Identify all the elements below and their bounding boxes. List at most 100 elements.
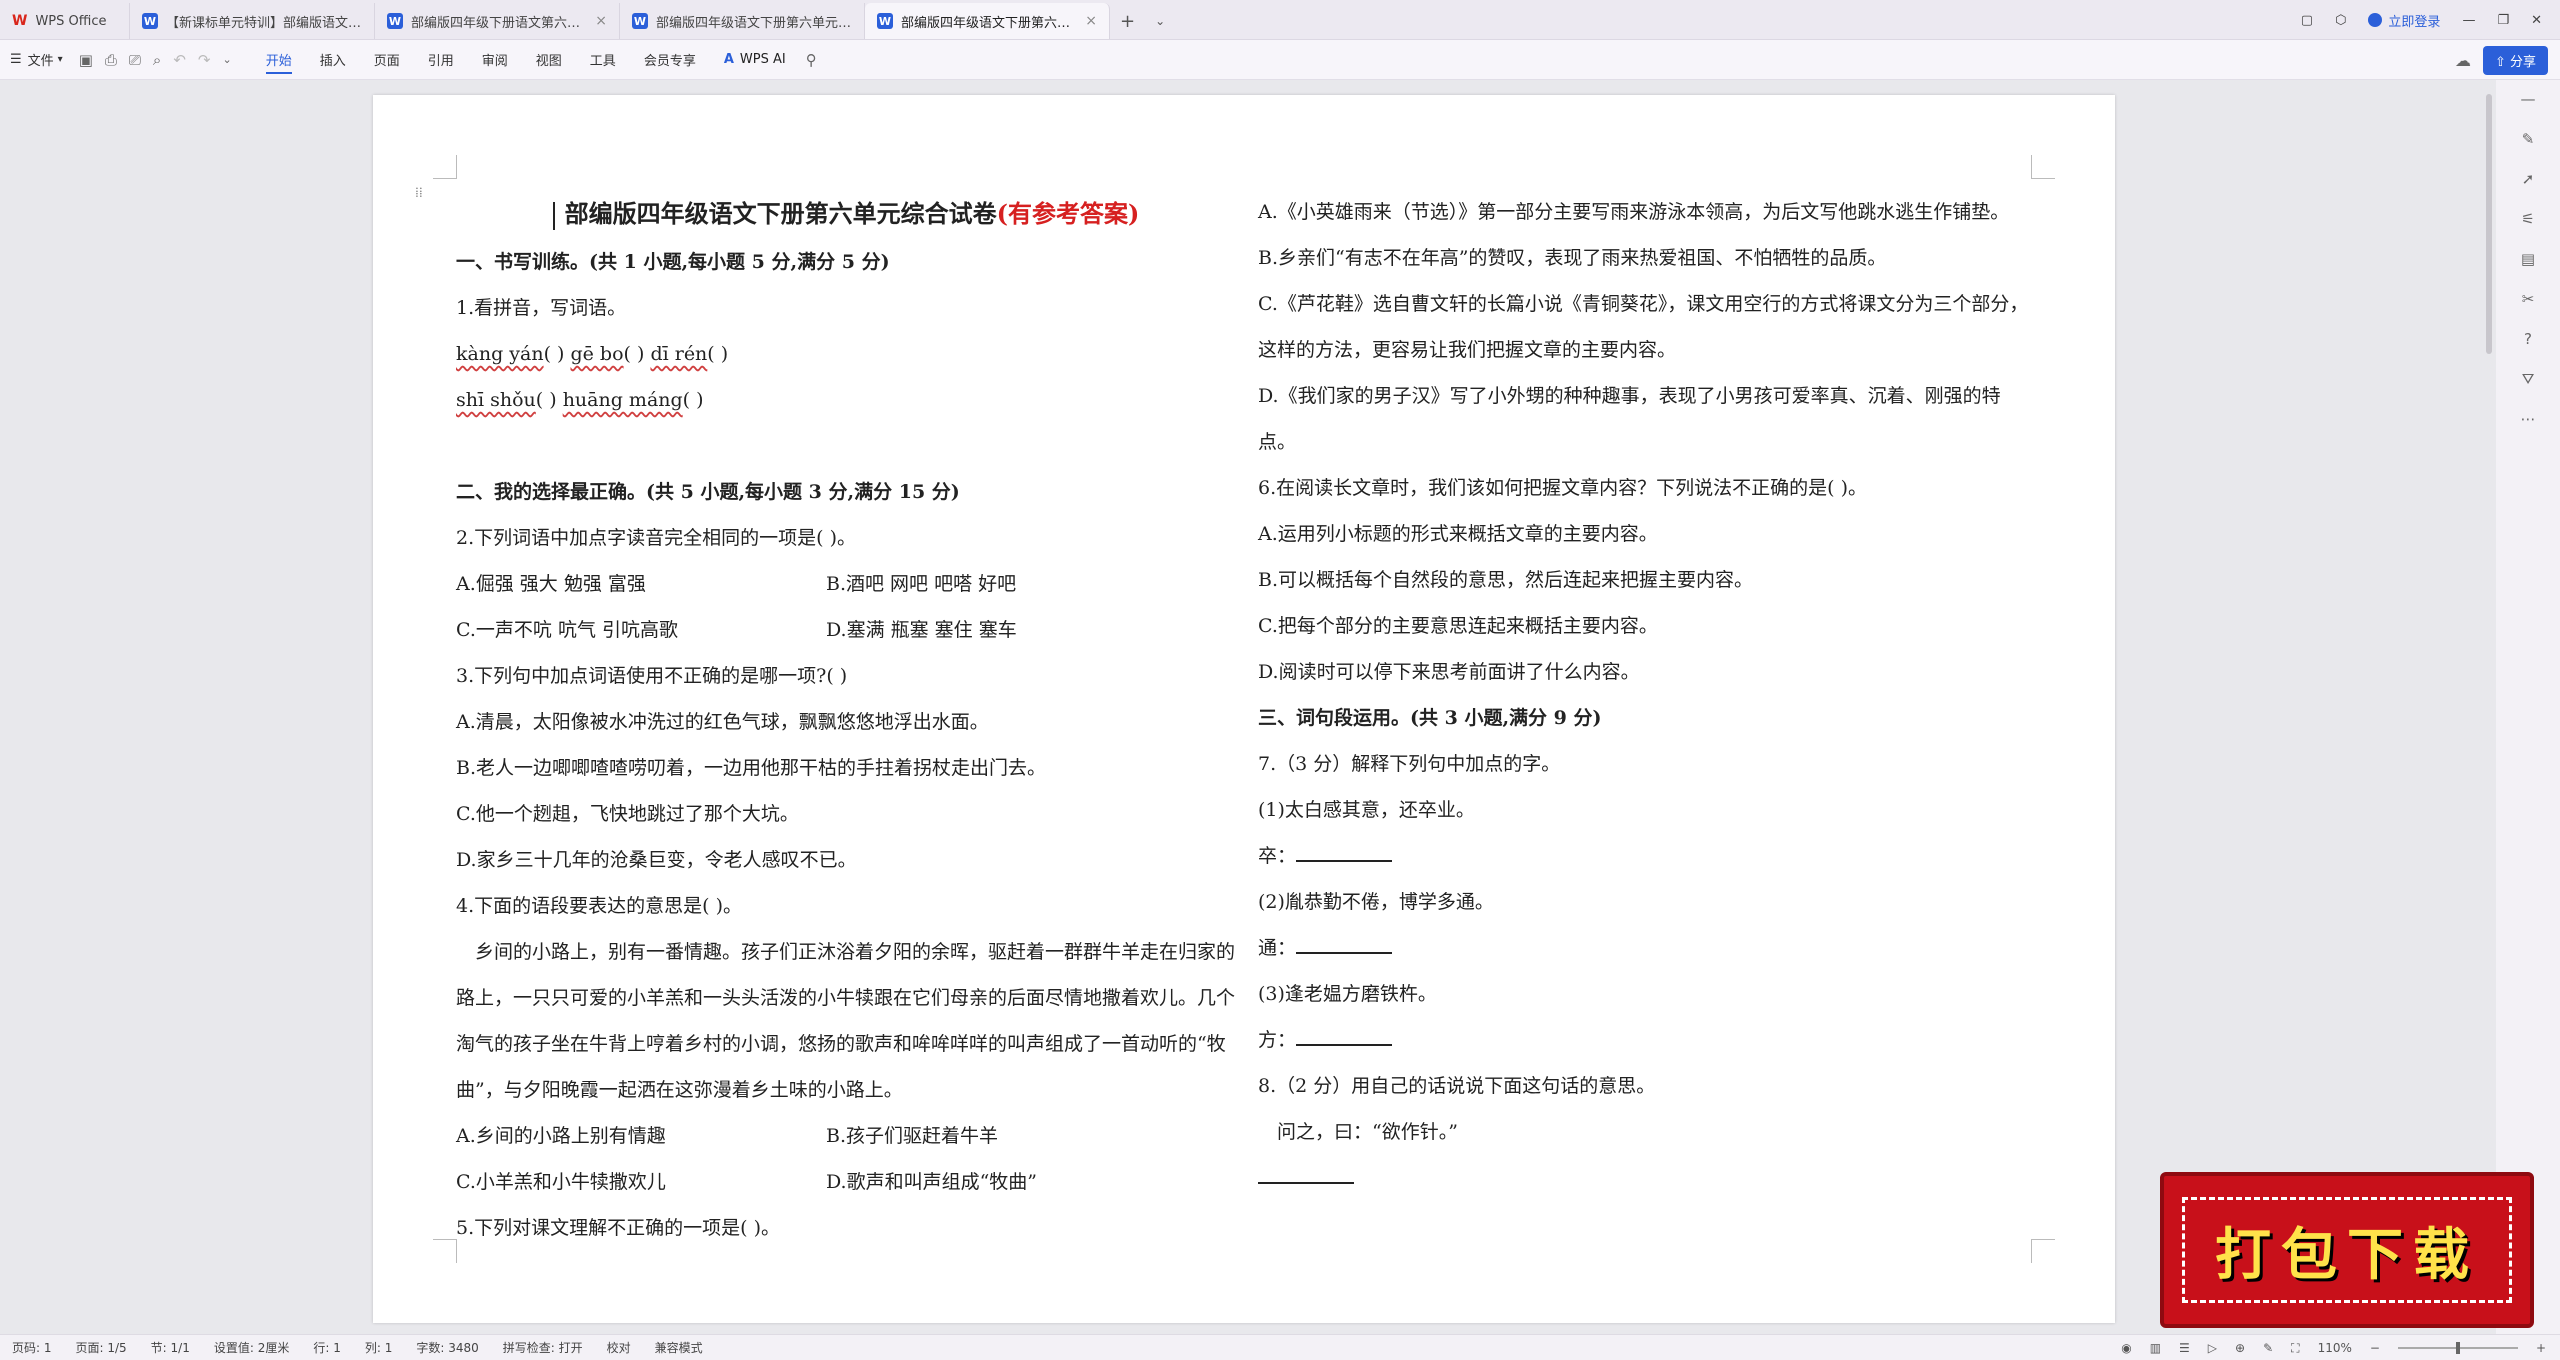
- status-col[interactable]: 列: 1: [353, 1339, 405, 1356]
- zoom-level[interactable]: 110%: [2318, 1341, 2352, 1355]
- tab-view[interactable]: 视图: [522, 40, 576, 80]
- tab-label: 部编版四年级语文下册第六单元复习: [656, 15, 852, 31]
- fit-page-icon[interactable]: ⛶: [2291, 1341, 2299, 1356]
- tab-page[interactable]: 页面: [360, 40, 414, 80]
- tab-references[interactable]: 引用: [414, 40, 468, 80]
- answer-blank[interactable]: [1296, 840, 1393, 862]
- cloud-sync-icon[interactable]: ☁: [2455, 51, 2471, 70]
- title-answer-note: (有参考答案): [996, 199, 1140, 228]
- close-window-button[interactable]: ✕: [2531, 13, 2542, 28]
- document-canvas[interactable]: ⁞⁞ 部编版四年级语文下册第六单元综合试卷(有参考答案) 一、书写训练。(共 1…: [0, 80, 2496, 1334]
- outline-view-icon[interactable]: ☰: [2179, 1341, 2190, 1355]
- status-word-count[interactable]: 字数: 3480: [404, 1339, 490, 1356]
- question-1: 1.看拼音，写词语。: [456, 297, 627, 319]
- zoom-in-icon[interactable]: +: [2536, 1341, 2546, 1355]
- option-a: A.运用列小标题的形式来概括文章的主要内容。: [1258, 523, 1658, 545]
- status-row[interactable]: 行: 1: [301, 1339, 353, 1356]
- pen-icon[interactable]: ✎: [2522, 130, 2535, 148]
- tools-icon[interactable]: ✂: [2522, 290, 2535, 308]
- option-a: A.清晨，太阳像被水冲洗过的红色气球，飘飘悠悠地浮出水面。: [456, 711, 989, 733]
- file-menu-button[interactable]: ☰ 文件 ▾: [0, 50, 73, 69]
- collapse-icon[interactable]: —: [2521, 90, 2536, 108]
- question-8-quote: 问之，曰：“欲作针。”: [1277, 1121, 1458, 1143]
- wps-logo-icon: W: [12, 13, 28, 29]
- minimize-button[interactable]: —: [2462, 13, 2475, 28]
- table-move-handle-icon[interactable]: ⁞⁞: [415, 185, 423, 202]
- file-menu-label: 文件: [27, 54, 54, 69]
- page-view-icon[interactable]: ▥: [2150, 1341, 2161, 1355]
- document-page[interactable]: ⁞⁞ 部编版四年级语文下册第六单元综合试卷(有参考答案) 一、书写训练。(共 1…: [373, 95, 2115, 1323]
- status-page-number[interactable]: 页码: 1: [0, 1339, 64, 1356]
- wps-ai-icon: A: [723, 52, 734, 67]
- share-button[interactable]: ⇧ 分享: [2482, 46, 2548, 75]
- share-panel-icon[interactable]: ⛛: [2522, 370, 2535, 388]
- download-badge[interactable]: 打包下载: [2160, 1172, 2534, 1328]
- question-4: 4.下面的语段要表达的意思是( )。: [456, 895, 742, 917]
- tab-document-2[interactable]: W 部编版四年级下册语文第六单元测试卷 ×: [375, 3, 620, 39]
- search-icon[interactable]: ⚲: [800, 51, 823, 69]
- play-icon[interactable]: ▷: [2208, 1341, 2217, 1355]
- print-icon[interactable]: ⎚: [123, 51, 147, 69]
- tab-list-chevron-icon[interactable]: ⌄: [1145, 3, 1175, 39]
- layout-icon[interactable]: ▤: [2521, 250, 2535, 268]
- login-button[interactable]: 立即登录: [2368, 11, 2440, 30]
- restore-button[interactable]: ❐: [2497, 13, 2509, 28]
- status-section[interactable]: 节: 1/1: [139, 1339, 202, 1356]
- status-setting[interactable]: 设置值: 2厘米: [202, 1339, 302, 1356]
- option-c: C.把每个部分的主要意思连起来概括主要内容。: [1258, 615, 1658, 637]
- select-cursor-icon[interactable]: ➚: [2522, 170, 2535, 188]
- answer-blank[interactable]: [1258, 1162, 1354, 1184]
- scrollbar-thumb[interactable]: [2486, 94, 2492, 354]
- zoom-out-icon[interactable]: −: [2370, 1341, 2380, 1355]
- zoom-slider[interactable]: [2397, 1342, 2518, 1354]
- question-2-options-ab: A.倔强 强大 勉强 富强 B.酒吧 网吧 吧嗒 好吧: [456, 561, 1236, 607]
- status-spell-check[interactable]: 拼写检查: 打开: [491, 1339, 595, 1356]
- save-icon[interactable]: ▣: [73, 51, 99, 69]
- margin-corner-mark: [433, 1239, 457, 1263]
- tab-insert-label: 插入: [319, 54, 346, 69]
- pinyin-word: gē bo: [570, 343, 624, 365]
- answer-blank[interactable]: [1296, 932, 1393, 954]
- more-chevron-icon[interactable]: ⌄: [216, 53, 237, 66]
- writer-doc-icon: W: [877, 13, 893, 29]
- section-heading-2: 二、我的选择最正确。(共 5 小题,每小题 3 分,满分 15 分): [456, 481, 960, 503]
- undo-icon[interactable]: ↶: [167, 51, 192, 69]
- close-icon[interactable]: ×: [595, 13, 607, 29]
- eye-icon[interactable]: ◉: [2121, 1341, 2131, 1355]
- export-pdf-icon[interactable]: ⎙: [99, 51, 123, 69]
- writer-doc-icon: W: [142, 13, 158, 29]
- wps-ai-button[interactable]: A WPS AI: [710, 52, 800, 67]
- tab-document-3[interactable]: W 部编版四年级语文下册第六单元复习: [620, 3, 865, 39]
- tab-review[interactable]: 审阅: [468, 40, 522, 80]
- redo-icon[interactable]: ↷: [192, 51, 217, 69]
- question-2: 2.下列词语中加点字读音完全相同的一项是( )。: [456, 527, 856, 549]
- tab-home[interactable]: 开始: [252, 40, 306, 80]
- more-icon[interactable]: ⋯: [2521, 410, 2536, 428]
- tab-tools[interactable]: 工具: [576, 40, 630, 80]
- adjust-icon[interactable]: ⚟: [2521, 210, 2534, 228]
- new-tab-button[interactable]: +: [1110, 3, 1145, 39]
- section-heading-3: 三、词句段运用。(共 3 小题,满分 9 分): [1258, 707, 1602, 729]
- tab-document-4-active[interactable]: W 部编版四年级语文下册第六单元综合试卷 ×: [865, 3, 1110, 39]
- status-proofread[interactable]: 校对: [595, 1339, 643, 1356]
- option-b: B.乡亲们“有志不在年高”的赞叹，表现了雨来热爱祖国、不怕牺牲的品质。: [1258, 247, 1887, 269]
- status-pages[interactable]: 页面: 1/5: [64, 1339, 139, 1356]
- tab-document-1[interactable]: W 【新课标单元特训】部编版语文四年级下册: [130, 3, 375, 39]
- tab-insert[interactable]: 插入: [306, 40, 360, 80]
- title-bar-controls: ▢ ⬡ 立即登录 — ❐ ✕: [2301, 0, 2560, 40]
- download-badge-frame: 打包下载: [2182, 1197, 2512, 1303]
- close-icon[interactable]: ×: [1085, 13, 1097, 29]
- print-preview-icon[interactable]: ⌕: [147, 51, 167, 69]
- window-layout-icon[interactable]: ▢: [2301, 13, 2313, 28]
- web-view-icon[interactable]: ⊕: [2235, 1341, 2245, 1355]
- cube-icon[interactable]: ⬡: [2335, 13, 2346, 28]
- tab-label: WPS Office: [35, 13, 107, 29]
- help-icon[interactable]: ?: [2524, 330, 2532, 348]
- chevron-down-icon: ▾: [57, 54, 63, 65]
- tab-wps-home[interactable]: W WPS Office: [0, 3, 130, 39]
- answer-blank[interactable]: [1296, 1024, 1393, 1046]
- edit-mode-icon[interactable]: ✎: [2263, 1341, 2273, 1355]
- vertical-scrollbar[interactable]: [2484, 80, 2494, 1334]
- tab-member[interactable]: 会员专享: [630, 40, 710, 80]
- share-icon: ⇧: [2494, 55, 2510, 70]
